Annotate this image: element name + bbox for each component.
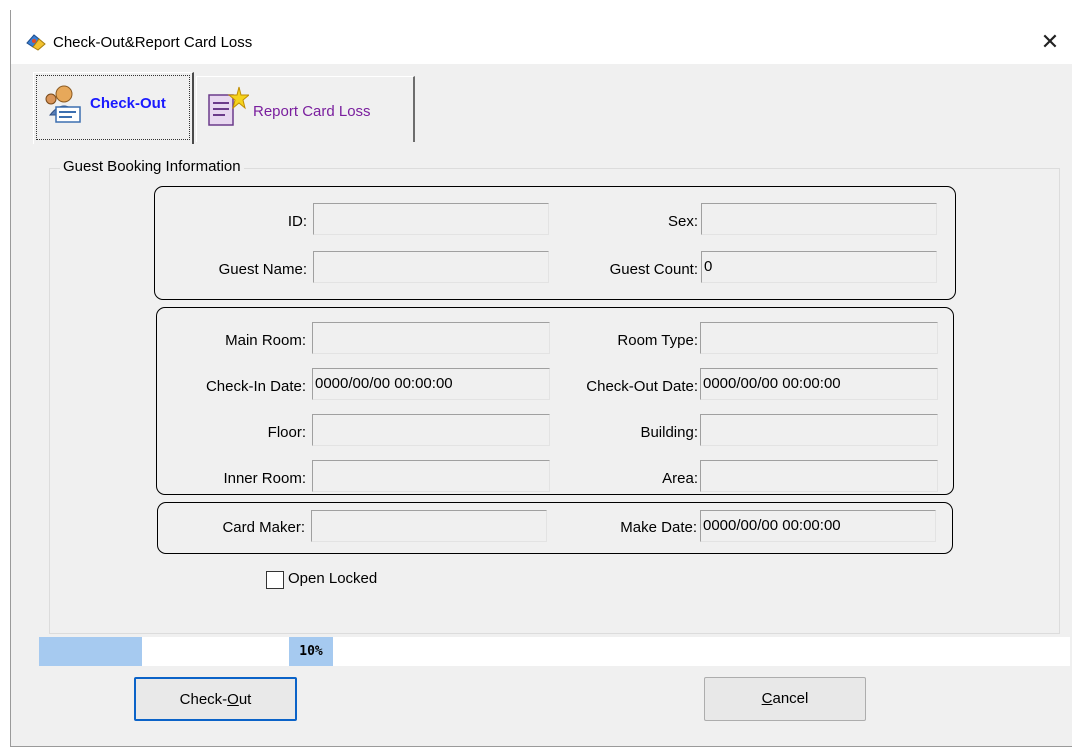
check-out-date-field[interactable]: 0000/00/00 00:00:00 xyxy=(700,368,938,400)
guest-booking-group: Guest Booking Information ID: Sex: Guest… xyxy=(49,158,1060,634)
guest-name-field[interactable] xyxy=(313,251,549,283)
card-info-box: Card Maker: Make Date: 0000/00/00 00:00:… xyxy=(157,502,953,554)
guest-card-icon xyxy=(45,85,81,123)
tab-report-card-loss-label: Report Card Loss xyxy=(253,103,371,120)
building-field[interactable] xyxy=(700,414,938,446)
guest-info-box: ID: Sex: Guest Name: Guest Count: 0 xyxy=(154,186,956,300)
sex-field[interactable] xyxy=(701,203,937,235)
make-date-field[interactable]: 0000/00/00 00:00:00 xyxy=(700,510,936,542)
check-out-button-mnemonic: O xyxy=(227,691,239,708)
room-type-label: Room Type: xyxy=(617,332,698,349)
close-button[interactable]: ✕ xyxy=(1027,28,1072,58)
inner-room-field[interactable] xyxy=(312,460,550,492)
make-date-label: Make Date: xyxy=(620,519,697,536)
dialog-client: Check-Out Report Card Loss Guest Booking… xyxy=(11,64,1072,747)
guest-name-label: Guest Name: xyxy=(218,261,307,278)
check-out-button-pre: Check- xyxy=(179,691,228,708)
cancel-button[interactable]: Cancel xyxy=(704,677,866,721)
progress-bar: 10% xyxy=(39,637,1070,666)
area-field[interactable] xyxy=(700,460,938,492)
inner-room-label: Inner Room: xyxy=(223,470,306,487)
progress-fill xyxy=(39,637,143,666)
title-bar: Check-Out&Report Card Loss ✕ xyxy=(11,10,1072,64)
floor-label: Floor: xyxy=(267,424,306,441)
main-room-label: Main Room: xyxy=(225,332,306,349)
open-locked-checkbox[interactable] xyxy=(266,571,284,589)
cancel-button-post: ancel xyxy=(772,690,809,707)
check-out-button[interactable]: Check-Out xyxy=(134,677,297,721)
check-out-date-label: Check-Out Date: xyxy=(586,378,698,395)
id-label: ID: xyxy=(287,213,307,230)
open-locked-label[interactable]: Open Locked xyxy=(288,570,377,587)
window-title: Check-Out&Report Card Loss xyxy=(53,34,253,51)
id-field[interactable] xyxy=(313,203,549,235)
close-icon: ✕ xyxy=(1040,29,1060,54)
building-label: Building: xyxy=(640,424,698,441)
progress-text: 10% xyxy=(289,637,333,666)
check-out-button-post: ut xyxy=(238,691,252,708)
guest-count-label: Guest Count: xyxy=(609,261,698,278)
tab-report-card-loss[interactable]: Report Card Loss xyxy=(196,76,415,142)
report-loss-icon xyxy=(208,86,249,126)
cancel-button-mnemonic: C xyxy=(761,690,773,707)
app-icon xyxy=(26,34,46,51)
guest-count-field[interactable]: 0 xyxy=(701,251,937,283)
group-title: Guest Booking Information xyxy=(60,158,244,175)
sex-label: Sex: xyxy=(667,213,698,230)
room-type-field[interactable] xyxy=(700,322,938,354)
card-maker-label: Card Maker: xyxy=(222,519,305,536)
area-label: Area: xyxy=(662,470,698,487)
main-room-field[interactable] xyxy=(312,322,550,354)
check-in-date-label: Check-In Date: xyxy=(205,378,306,395)
dialog-window: Check-Out&Report Card Loss ✕ Check-Out R… xyxy=(10,10,1072,747)
card-maker-field[interactable] xyxy=(311,510,547,542)
room-info-box: Main Room: Room Type: Check-In Date: 000… xyxy=(156,307,954,495)
check-in-date-field[interactable]: 0000/00/00 00:00:00 xyxy=(312,368,550,400)
tab-check-out[interactable]: Check-Out xyxy=(33,72,194,144)
floor-field[interactable] xyxy=(312,414,550,446)
tab-check-out-label: Check-Out xyxy=(90,95,166,112)
